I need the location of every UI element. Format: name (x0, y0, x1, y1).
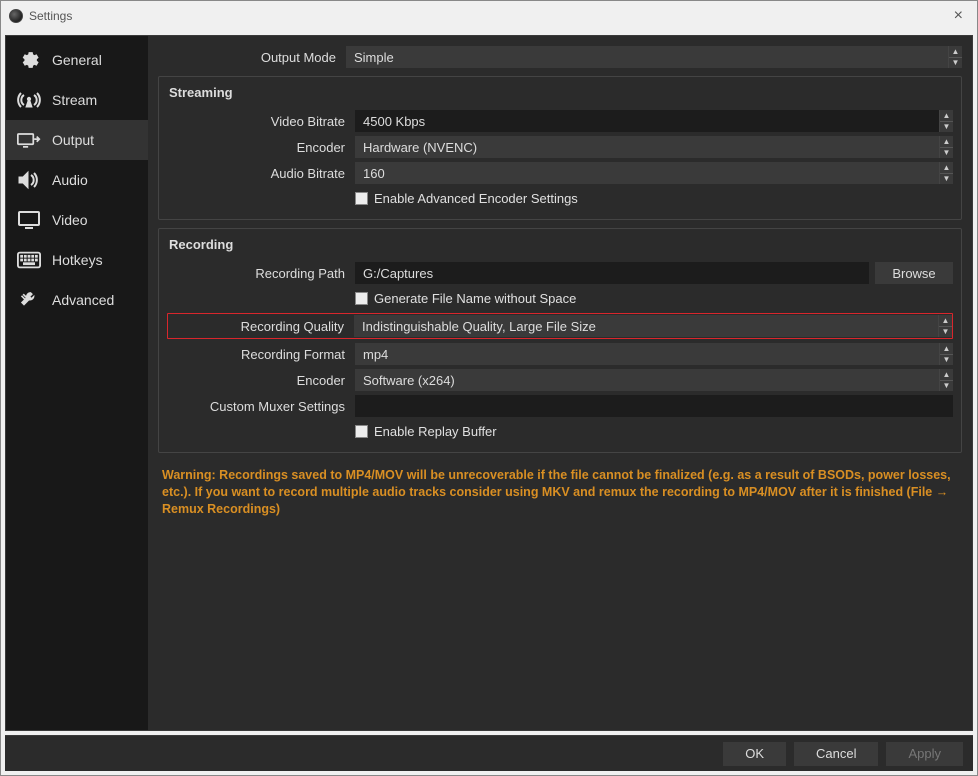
sidebar-item-advanced[interactable]: Advanced (6, 280, 148, 320)
recording-encoder-select[interactable]: Software (x264) ▲▼ (355, 369, 953, 391)
window-title: Settings (29, 9, 72, 23)
sidebar: General Stream Output Audio (6, 36, 148, 730)
streaming-encoder-select[interactable]: Hardware (NVENC) ▲▼ (355, 136, 953, 158)
recording-encoder-label: Encoder (167, 373, 347, 388)
tools-icon (16, 290, 42, 310)
output-mode-label: Output Mode (158, 50, 338, 65)
recording-quality-select[interactable]: Indistinguishable Quality, Large File Si… (354, 315, 952, 337)
sidebar-item-audio[interactable]: Audio (6, 160, 148, 200)
sidebar-label: Audio (52, 172, 88, 188)
sidebar-label: Stream (52, 92, 97, 108)
sidebar-item-general[interactable]: General (6, 40, 148, 80)
sidebar-item-output[interactable]: Output (6, 120, 148, 160)
content-area: Output Mode Simple ▲▼ Streaming Video Bi… (148, 36, 972, 730)
sidebar-item-video[interactable]: Video (6, 200, 148, 240)
video-bitrate-label: Video Bitrate (167, 114, 347, 129)
sidebar-item-stream[interactable]: Stream (6, 80, 148, 120)
keyboard-icon (16, 250, 42, 270)
streaming-encoder-label: Encoder (167, 140, 347, 155)
sidebar-label: Output (52, 132, 94, 148)
monitor-icon (16, 210, 42, 230)
muxer-label: Custom Muxer Settings (167, 399, 347, 414)
replay-buffer-label: Enable Replay Buffer (374, 424, 497, 439)
filename-space-label: Generate File Name without Space (374, 291, 576, 306)
recording-format-select[interactable]: mp4 ▲▼ (355, 343, 953, 365)
filename-space-checkbox[interactable] (355, 292, 368, 305)
sidebar-label: Advanced (52, 292, 114, 308)
recording-quality-label: Recording Quality (168, 319, 346, 334)
recording-path-input[interactable]: G:/Captures (355, 262, 869, 284)
output-mode-row: Output Mode Simple ▲▼ (158, 46, 962, 68)
output-icon (16, 130, 42, 150)
sidebar-label: General (52, 52, 102, 68)
sidebar-label: Video (52, 212, 88, 228)
titlebar: Settings × (1, 1, 977, 31)
browse-button[interactable]: Browse (875, 262, 953, 284)
mp4-warning: Warning: Recordings saved to MP4/MOV wil… (158, 461, 962, 524)
sidebar-item-hotkeys[interactable]: Hotkeys (6, 240, 148, 280)
audio-bitrate-label: Audio Bitrate (167, 166, 347, 181)
recording-section: Recording Recording Path G:/Captures Bro… (158, 228, 962, 453)
output-mode-select[interactable]: Simple ▲▼ (346, 46, 962, 68)
recording-title: Recording (167, 237, 953, 258)
settings-window: Settings × General Stream Output (0, 0, 978, 776)
streaming-section: Streaming Video Bitrate 4500 Kbps ▲▼ Enc… (158, 76, 962, 220)
close-button[interactable]: × (948, 7, 969, 25)
streaming-title: Streaming (167, 85, 953, 106)
replay-buffer-checkbox[interactable] (355, 425, 368, 438)
ok-button[interactable]: OK (723, 742, 786, 766)
footer: OK Cancel Apply (5, 735, 973, 771)
video-bitrate-input[interactable]: 4500 Kbps ▲▼ (355, 110, 953, 132)
speaker-icon (16, 170, 42, 190)
audio-bitrate-select[interactable]: 160 ▲▼ (355, 162, 953, 184)
advanced-encoder-label: Enable Advanced Encoder Settings (374, 191, 578, 206)
sidebar-label: Hotkeys (52, 252, 103, 268)
muxer-input[interactable] (355, 395, 953, 417)
obs-icon (9, 9, 23, 23)
cancel-button[interactable]: Cancel (794, 742, 878, 766)
antenna-icon (16, 90, 42, 110)
advanced-encoder-checkbox[interactable] (355, 192, 368, 205)
apply-button[interactable]: Apply (886, 742, 963, 766)
recording-quality-row: Recording Quality Indistinguishable Qual… (167, 313, 953, 339)
gear-icon (16, 50, 42, 70)
recording-path-label: Recording Path (167, 266, 347, 281)
recording-format-label: Recording Format (167, 347, 347, 362)
